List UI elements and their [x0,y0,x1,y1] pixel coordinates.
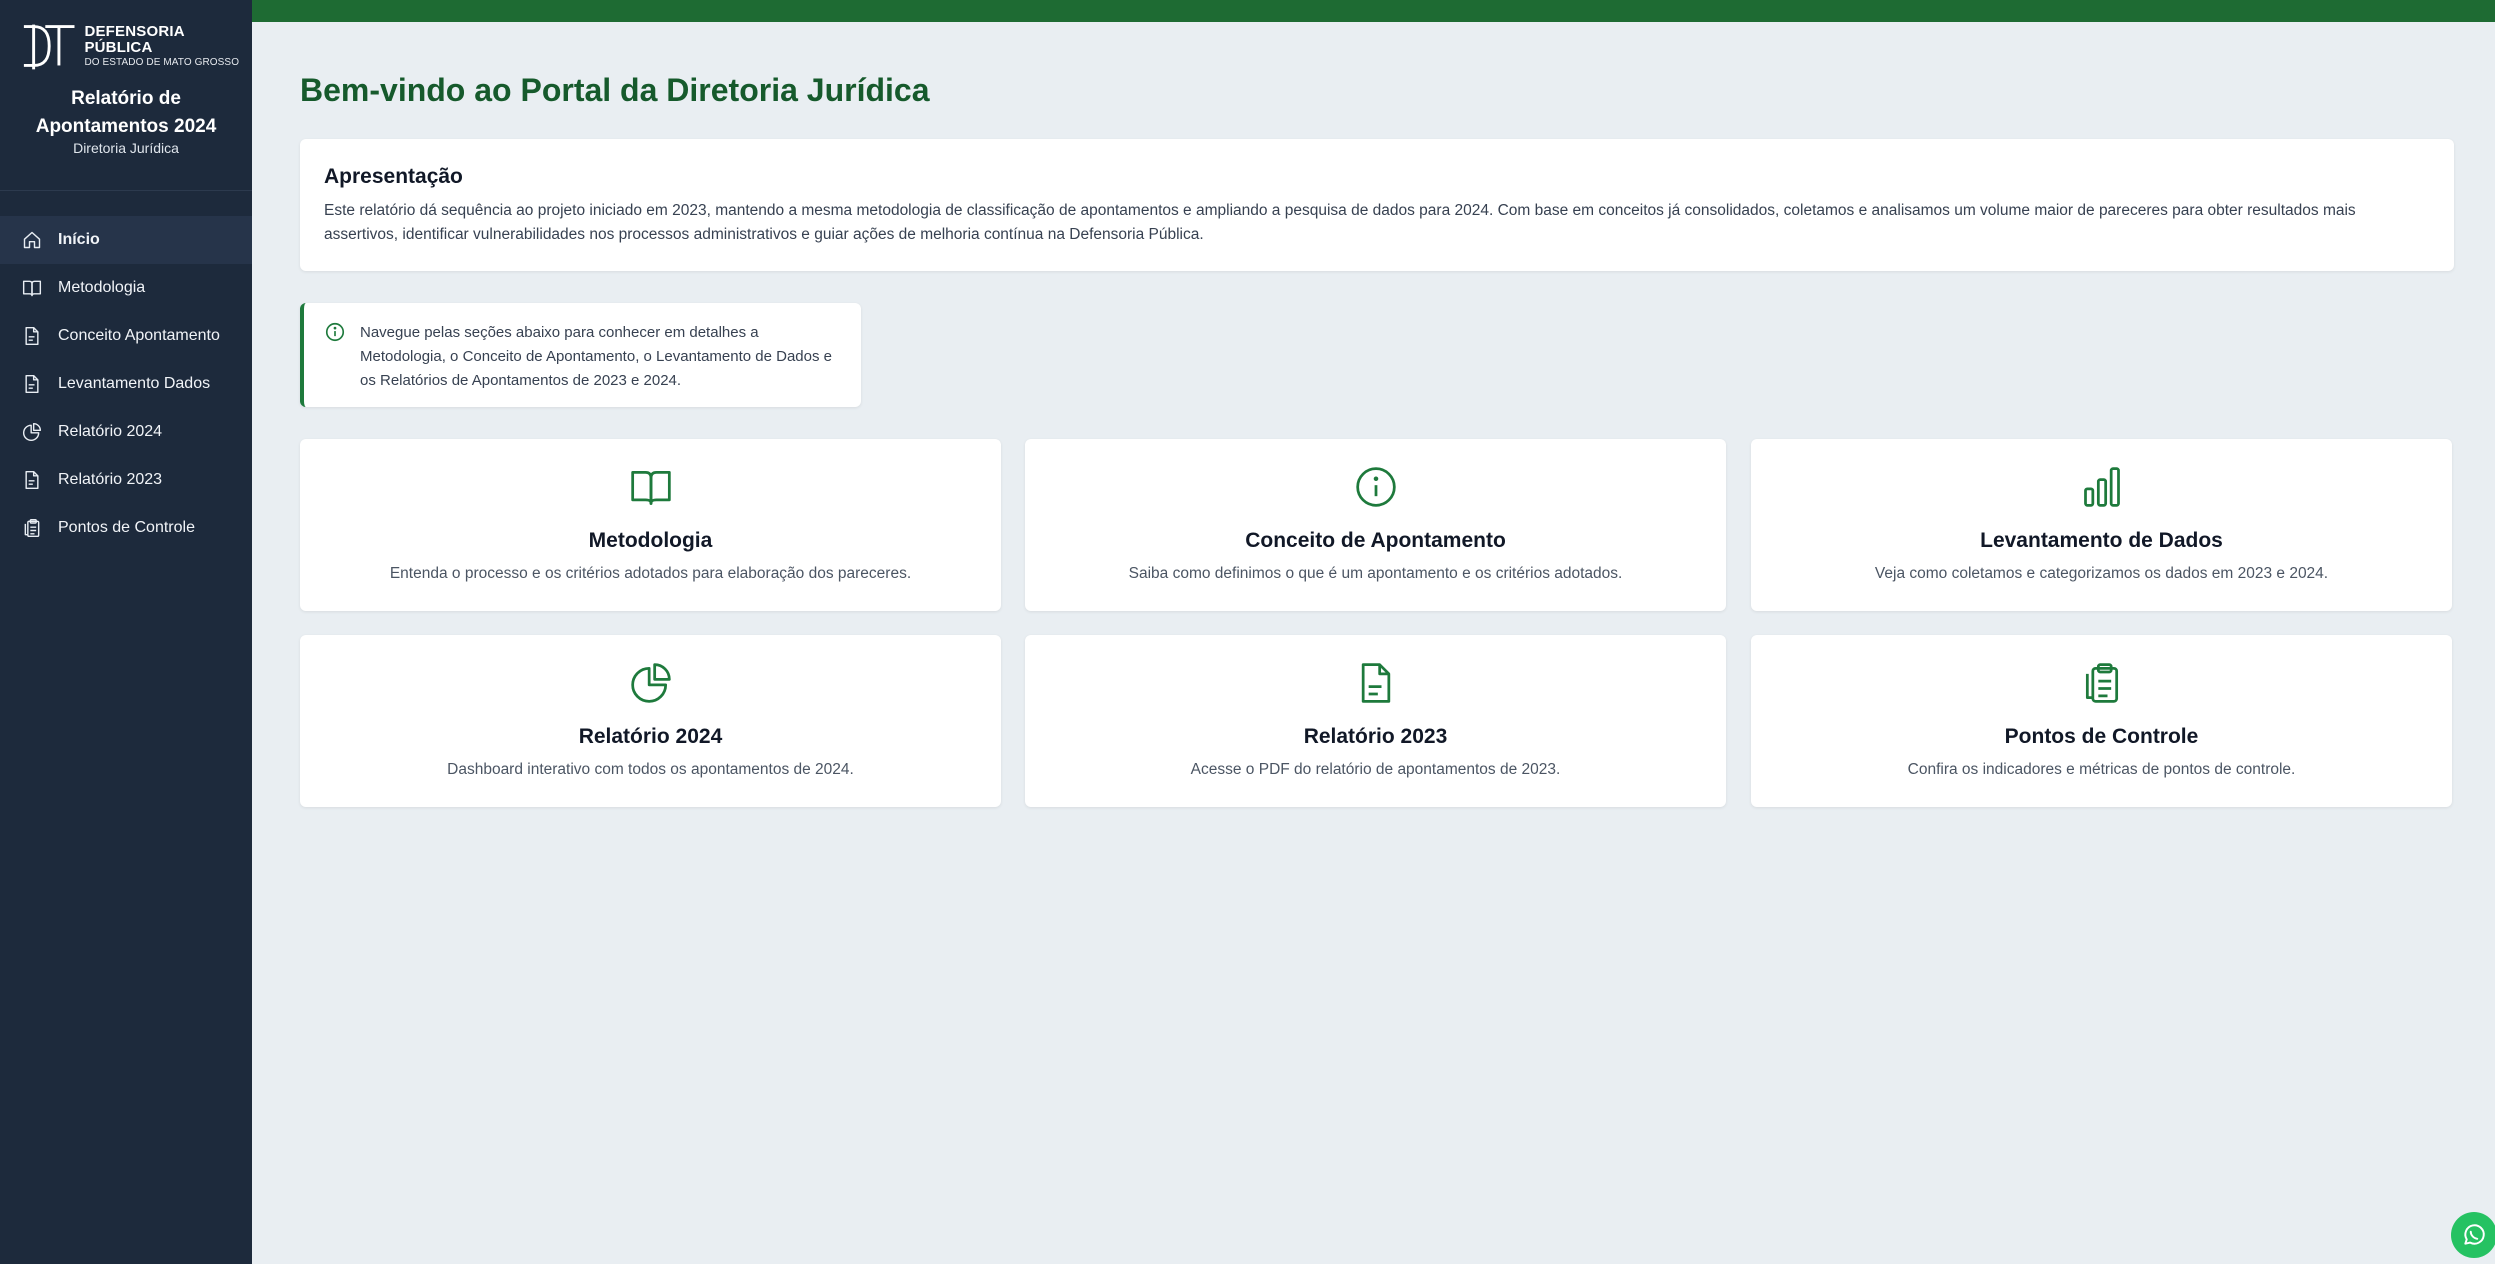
defensoria-logo-icon [23,24,75,70]
sidebar-item-inicio[interactable]: Início [0,216,252,264]
tile-description: Entenda o processo e os critérios adotad… [389,565,912,582]
tile-description: Confira os indicadores e métricas de pon… [1907,761,2296,778]
pie-chart-icon [630,663,671,703]
whatsapp-button[interactable] [2451,1212,2495,1258]
tile-levantamento-dados[interactable]: Levantamento de Dados Veja como coletamo… [1751,439,2452,611]
sidebar-nav: Início Metodologia Conceito Apontamento … [0,216,252,552]
document-icon [1361,663,1390,703]
pie-chart-icon [22,422,42,442]
whatsapp-icon [2464,1224,2485,1245]
sidebar-item-label: Levantamento Dados [58,375,211,392]
report-title-line1: Relatório de [71,88,181,109]
book-icon [630,470,671,505]
tile-description: Saiba como definimos o que é um apontame… [1128,565,1623,582]
tile-title: Relatório 2024 [578,725,723,748]
sidebar-item-pontos-de-controle[interactable]: Pontos de Controle [0,504,252,552]
sidebar-item-label: Relatório 2024 [58,423,163,440]
document-icon [25,374,39,394]
tile-relatorio-2023[interactable]: Relatório 2023 Acesse o PDF do relatório… [1025,635,1726,807]
tile-description: Veja como coletamos e categorizamos os d… [1874,565,2329,582]
sidebar-item-relatorio-2023[interactable]: Relatório 2023 [0,456,252,504]
tile-title: Conceito de Apontamento [1245,529,1506,552]
tile-conceito-apontamento[interactable]: Conceito de Apontamento Saiba como defin… [1025,439,1726,611]
sidebar-item-label: Metodologia [58,279,146,296]
report-subtitle: Diretoria Jurídica [73,140,179,156]
tile-title: Relatório 2023 [1303,725,1448,748]
info-icon [1355,467,1396,507]
sidebar-item-conceito-apontamento[interactable]: Conceito Apontamento [0,312,252,360]
document-icon [25,326,39,346]
sidebar-item-label: Pontos de Controle [58,519,195,536]
sidebar-item-label: Conceito Apontamento [58,327,220,344]
sidebar-item-label: Início [58,231,100,248]
top-bar [252,0,2495,22]
page-title: Bem-vindo ao Portal da Diretoria Jurídic… [300,72,930,108]
tile-relatorio-2024[interactable]: Relatório 2024 Dashboard interativo com … [300,635,1001,807]
tile-description: Dashboard interativo com todos os aponta… [447,761,854,778]
sidebar-item-label: Relatório 2023 [58,471,163,488]
info-icon [325,322,345,342]
clipboard-icon [2085,663,2118,703]
intro-card: Apresentação Este relatório dá sequência… [300,139,2454,271]
sidebar-divider [0,190,252,191]
tile-description: Acesse o PDF do relatório de apontamento… [1190,761,1561,778]
document-icon [25,470,39,490]
tile-metodologia[interactable]: Metodologia Entenda o processo e os crit… [300,439,1001,611]
logo-title: DEFENSORIA PÚBLICA [84,23,185,56]
sidebar-item-metodologia[interactable]: Metodologia [0,264,252,312]
intro-heading: Apresentação [324,165,463,188]
report-title-line2: Apontamentos 2024 [35,116,217,137]
logo-subtitle: DO ESTADO DE MATO GROSSO [84,56,240,68]
tile-title: Levantamento de Dados [1980,529,2223,552]
home-icon [23,231,41,249]
book-icon [22,280,42,297]
sidebar-item-relatorio-2024[interactable]: Relatório 2024 [0,408,252,456]
intro-text: Este relatório dá sequência ao projeto i… [324,202,2356,243]
sidebar-item-levantamento-dados[interactable]: Levantamento Dados [0,360,252,408]
sidebar: DEFENSORIA PÚBLICA DO ESTADO DE MATO GRO… [0,0,252,1264]
tile-pontos-de-controle[interactable]: Pontos de Controle Confira os indicadore… [1751,635,2452,807]
report-title: Relatório de Apontamentos 2024 [0,85,252,141]
info-callout: Navegue pelas seções abaixo para conhece… [300,303,861,407]
clipboard-icon [24,518,40,538]
info-text: Navegue pelas seções abaixo para conhece… [360,324,832,389]
logo[interactable]: DEFENSORIA PÚBLICA DO ESTADO DE MATO GRO… [20,20,252,72]
tile-title: Pontos de Controle [2004,725,2199,748]
tile-title: Metodologia [588,529,713,552]
bar-chart-icon [2083,467,2120,507]
